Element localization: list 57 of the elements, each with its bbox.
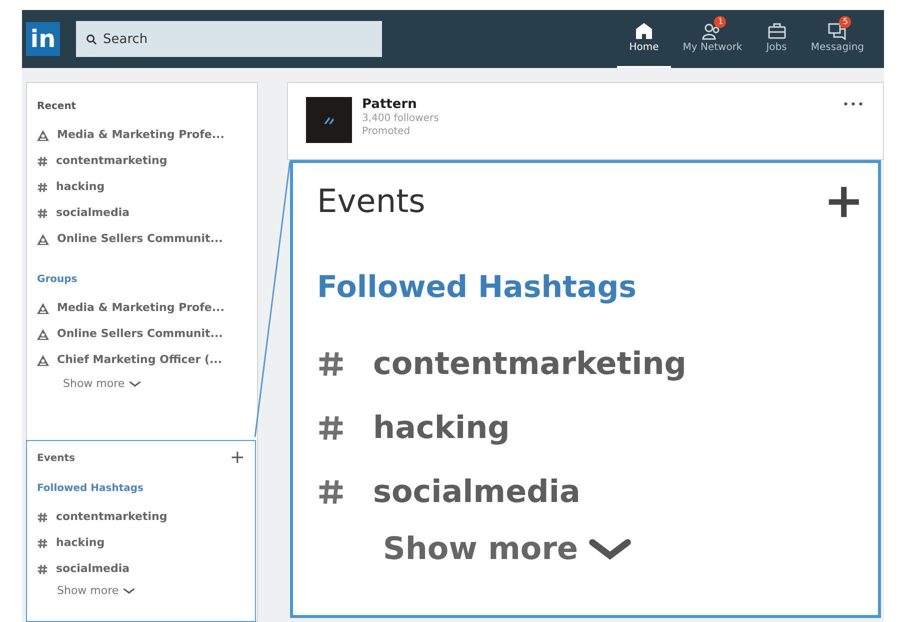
chevron-down-icon	[122, 588, 135, 594]
hashtag-icon	[317, 414, 345, 442]
hashtag-icon	[317, 478, 345, 506]
hashtag-item[interactable]: contentmarketing	[37, 504, 245, 530]
show-more-link[interactable]: Show more	[383, 526, 632, 572]
promoted-label: Promoted	[362, 126, 412, 138]
group-icon	[37, 130, 49, 140]
section-title: Recent	[37, 100, 78, 114]
add-button[interactable]: +	[824, 177, 864, 225]
sidebar-item[interactable]: hacking	[37, 174, 247, 200]
events-title: Events	[37, 452, 75, 466]
search-icon	[86, 34, 97, 45]
group-icon	[37, 302, 49, 314]
events-title: Events	[317, 181, 426, 222]
hashtag-item[interactable]: hacking	[317, 396, 864, 460]
hashtag-icon	[317, 350, 345, 378]
nav-tab[interactable]: Jobs	[754, 10, 799, 68]
hashtag-icon	[37, 538, 48, 548]
hashtag-item[interactable]: contentmarketing	[317, 332, 864, 396]
sidebar-item[interactable]: Online Sellers Communit...	[37, 226, 247, 252]
chevron-logo-icon	[323, 115, 335, 125]
section-title: Groups	[37, 273, 78, 287]
hashtag-icon	[37, 208, 48, 218]
hashtag-icon	[37, 512, 48, 522]
hashtag-item[interactable]: socialmedia	[317, 460, 864, 524]
home-icon	[634, 22, 654, 40]
followed-hashtags-title: Followed Hashtags	[37, 482, 145, 496]
add-button[interactable]: +	[230, 449, 245, 467]
sidebar-item[interactable]: Media & Marketing Profe...	[37, 122, 247, 148]
followed-hashtags-title: Followed Hashtags	[317, 269, 638, 307]
sidebar-item[interactable]: Online Sellers Communit...	[37, 321, 247, 347]
notification-badge: 1	[714, 16, 726, 28]
group-icon	[37, 234, 49, 244]
sidebar-item[interactable]: Media & Marketing Profe...	[37, 295, 247, 321]
notification-badge: 5	[839, 16, 852, 28]
show-more-link[interactable]: Show more	[57, 582, 135, 600]
sidebar-item[interactable]: contentmarketing	[37, 148, 247, 174]
nav-tab[interactable]: My Network 1	[670, 10, 754, 68]
hashtag-icon	[37, 182, 48, 192]
sidebar-item[interactable]: socialmedia	[37, 200, 247, 226]
briefcase-icon	[766, 22, 787, 40]
sidebar-item[interactable]: Chief Marketing Officer (...	[37, 347, 247, 373]
chevron-down-icon	[588, 538, 632, 560]
chevron-down-icon	[128, 381, 141, 387]
show-more-link[interactable]: Show more	[63, 373, 141, 395]
company-name[interactable]: Pattern	[362, 97, 439, 114]
hashtag-item[interactable]: hacking	[37, 530, 245, 556]
search-field[interactable]: Search	[76, 21, 382, 57]
hashtag-icon	[37, 156, 48, 166]
nav-tab[interactable]: Messaging 5	[798, 10, 876, 68]
followers-count: 3,400 followers	[362, 113, 439, 126]
hashtag-item[interactable]: socialmedia	[37, 556, 245, 582]
group-icon	[37, 354, 49, 366]
logo[interactable]: in	[26, 22, 60, 56]
hashtag-icon	[37, 564, 48, 574]
more-options-button[interactable]: •••	[842, 97, 865, 114]
group-icon	[37, 328, 49, 340]
